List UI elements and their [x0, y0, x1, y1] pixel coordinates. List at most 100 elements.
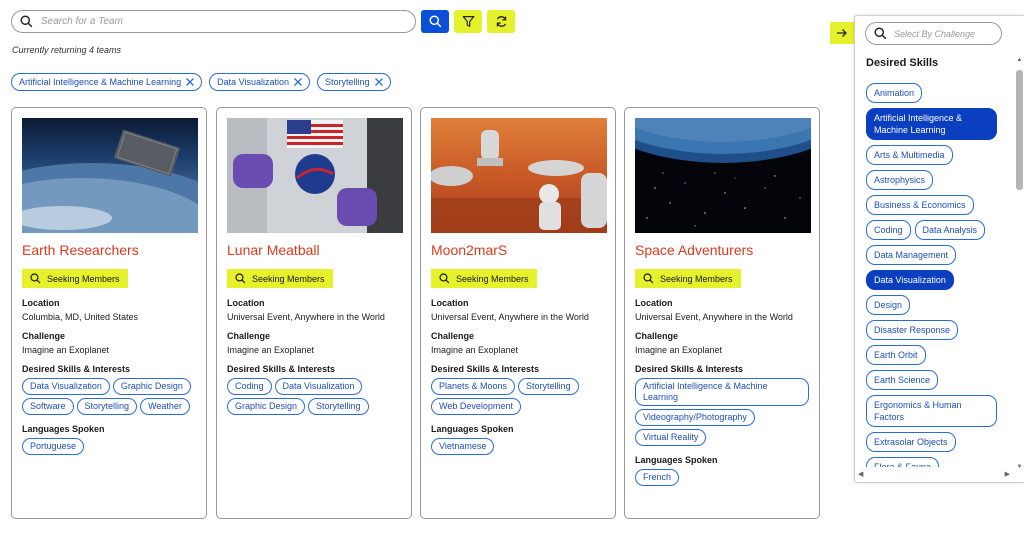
language-tag[interactable]: Vietnamese: [431, 438, 495, 455]
close-icon[interactable]: [185, 77, 195, 87]
skill-filter-option[interactable]: Extrasolar Objects: [866, 432, 956, 452]
languages-label: Languages Spoken: [22, 424, 105, 434]
scroll-right-icon[interactable]: ▶: [1005, 471, 1010, 479]
skill-filter-option[interactable]: Earth Science: [866, 370, 939, 390]
skill-tag[interactable]: Coding: [227, 378, 272, 395]
vertical-scrollbar[interactable]: ▲ ▼: [1016, 56, 1023, 471]
search-icon: [643, 273, 654, 284]
scroll-left-icon[interactable]: ◀: [858, 471, 863, 479]
horizontal-scrollbar[interactable]: ◀ ▶: [858, 471, 1010, 479]
location-value: Columbia, MD, United States: [22, 312, 139, 322]
earth-horizon-stars-image: [635, 118, 811, 233]
skill-tag[interactable]: Storytelling: [76, 398, 138, 415]
skill-tag[interactable]: Software: [22, 398, 74, 415]
skill-filter-option[interactable]: Data Visualization: [866, 270, 954, 290]
skill-filter-option[interactable]: Ergonomics & Human Factors: [866, 395, 997, 427]
skill-filter-option[interactable]: Astrophysics: [866, 170, 934, 190]
language-tags: French: [635, 469, 809, 486]
location-label: Location: [227, 298, 265, 308]
skills-tags: Coding Data Visualization Graphic Design…: [227, 378, 401, 415]
filter-button[interactable]: [454, 10, 482, 33]
skill-tag[interactable]: Planets & Moons: [431, 378, 516, 395]
skill-filter-option[interactable]: Data Management: [866, 245, 957, 265]
challenge-label: Challenge: [431, 331, 475, 341]
filter-icon: [462, 16, 474, 27]
location-value: Universal Event, Anywhere in the World: [227, 312, 385, 322]
team-image: [431, 118, 607, 233]
skill-tag[interactable]: Graphic Design: [112, 378, 191, 395]
team-card[interactable]: Lunar Meatball Seeking Members Location …: [216, 107, 412, 519]
location-label: Location: [22, 298, 60, 308]
skill-tag[interactable]: Videography/Photography: [635, 409, 755, 426]
seeking-members-badge: Seeking Members: [635, 269, 741, 288]
earth-from-orbit-image: [22, 118, 198, 233]
skill-filter-option[interactable]: Animation: [866, 83, 923, 103]
team-name[interactable]: Moon2marS: [431, 242, 605, 260]
team-image: [227, 118, 403, 233]
skill-tag[interactable]: Storytelling: [518, 378, 579, 395]
skill-filter-option[interactable]: Disaster Response: [866, 320, 959, 340]
challenge-search-input[interactable]: [894, 28, 999, 39]
astronaut-nasa-patch-image: [227, 118, 403, 233]
skill-filter-option[interactable]: Design: [866, 295, 911, 315]
skill-tag[interactable]: Weather: [140, 398, 190, 415]
skill-filter-option[interactable]: Artificial Intelligence & Machine Learni…: [866, 108, 997, 140]
close-icon[interactable]: [293, 77, 303, 87]
language-tag[interactable]: French: [635, 469, 680, 486]
seeking-members-badge: Seeking Members: [227, 269, 333, 288]
skill-tag[interactable]: Data Visualization: [274, 378, 363, 395]
skill-filter-option[interactable]: Business & Economics: [866, 195, 974, 215]
seeking-label: Seeking Members: [456, 273, 529, 284]
challenge-value: Imagine an Exoplanet: [227, 345, 315, 355]
team-name[interactable]: Space Adventurers: [635, 242, 809, 260]
skills-tags: Planets & Moons Storytelling Web Develop…: [431, 378, 605, 415]
challenge-search-box[interactable]: [865, 22, 1002, 45]
skill-tag[interactable]: Graphic Design: [227, 398, 306, 415]
challenge-value: Imagine an Exoplanet: [635, 345, 723, 355]
location-label: Location: [635, 298, 673, 308]
skill-filter-option[interactable]: Coding: [866, 220, 911, 240]
language-tag[interactable]: Portuguese: [22, 438, 85, 455]
scroll-down-icon[interactable]: ▼: [1016, 463, 1023, 471]
collapse-panel-button[interactable]: [830, 22, 854, 44]
skill-tag[interactable]: Web Development: [431, 398, 521, 415]
close-icon[interactable]: [374, 77, 384, 87]
language-tags: Portuguese: [22, 438, 196, 455]
search-icon: [428, 15, 441, 28]
team-search-box[interactable]: [11, 10, 416, 33]
refresh-button[interactable]: [487, 10, 515, 33]
challenge-label: Challenge: [635, 331, 679, 341]
skills-tags: Artificial Intelligence & Machine Learni…: [635, 378, 809, 446]
team-name[interactable]: Earth Researchers: [22, 242, 196, 260]
skill-filter-list: Animation Artificial Intelligence & Mach…: [866, 83, 1006, 467]
skill-filter-row: Coding Data Analysis: [866, 220, 986, 240]
skills-tags: Data Visualization Graphic Design Softwa…: [22, 378, 196, 415]
skills-label: Desired Skills & Interests: [635, 364, 744, 374]
skill-filter-option[interactable]: Arts & Multimedia: [866, 145, 953, 165]
skill-tag[interactable]: Artificial Intelligence & Machine Learni…: [635, 378, 809, 406]
scrollbar-thumb[interactable]: [1016, 70, 1023, 190]
team-card[interactable]: Earth Researchers Seeking Members Locati…: [11, 107, 207, 519]
filter-chip[interactable]: Data Visualization: [209, 73, 310, 91]
search-icon: [20, 15, 33, 28]
skills-label: Desired Skills & Interests: [431, 364, 540, 374]
skill-tag[interactable]: Virtual Reality: [635, 429, 707, 446]
search-button[interactable]: [421, 10, 449, 33]
team-search-input[interactable]: [41, 16, 381, 27]
skill-tag[interactable]: Storytelling: [308, 398, 369, 415]
location-value: Universal Event, Anywhere in the World: [635, 312, 793, 322]
filter-chip[interactable]: Artificial Intelligence & Machine Learni…: [11, 73, 203, 91]
search-icon: [235, 273, 246, 284]
skill-tag[interactable]: Data Visualization: [22, 378, 110, 395]
skill-filter-option[interactable]: Flora & Fauna: [866, 457, 940, 467]
scroll-up-icon[interactable]: ▲: [1016, 56, 1023, 64]
search-icon: [874, 27, 887, 40]
filter-chip[interactable]: Storytelling: [316, 73, 391, 91]
skill-filter-option[interactable]: Data Analysis: [914, 220, 986, 240]
arrow-right-icon: [837, 29, 847, 37]
team-name[interactable]: Lunar Meatball: [227, 242, 401, 260]
team-card[interactable]: Moon2marS Seeking Members Location Unive…: [420, 107, 616, 519]
team-card[interactable]: Space Adventurers Seeking Members Locati…: [624, 107, 820, 519]
panel-heading: Desired Skills: [866, 57, 939, 69]
skill-filter-option[interactable]: Earth Orbit: [866, 345, 926, 365]
